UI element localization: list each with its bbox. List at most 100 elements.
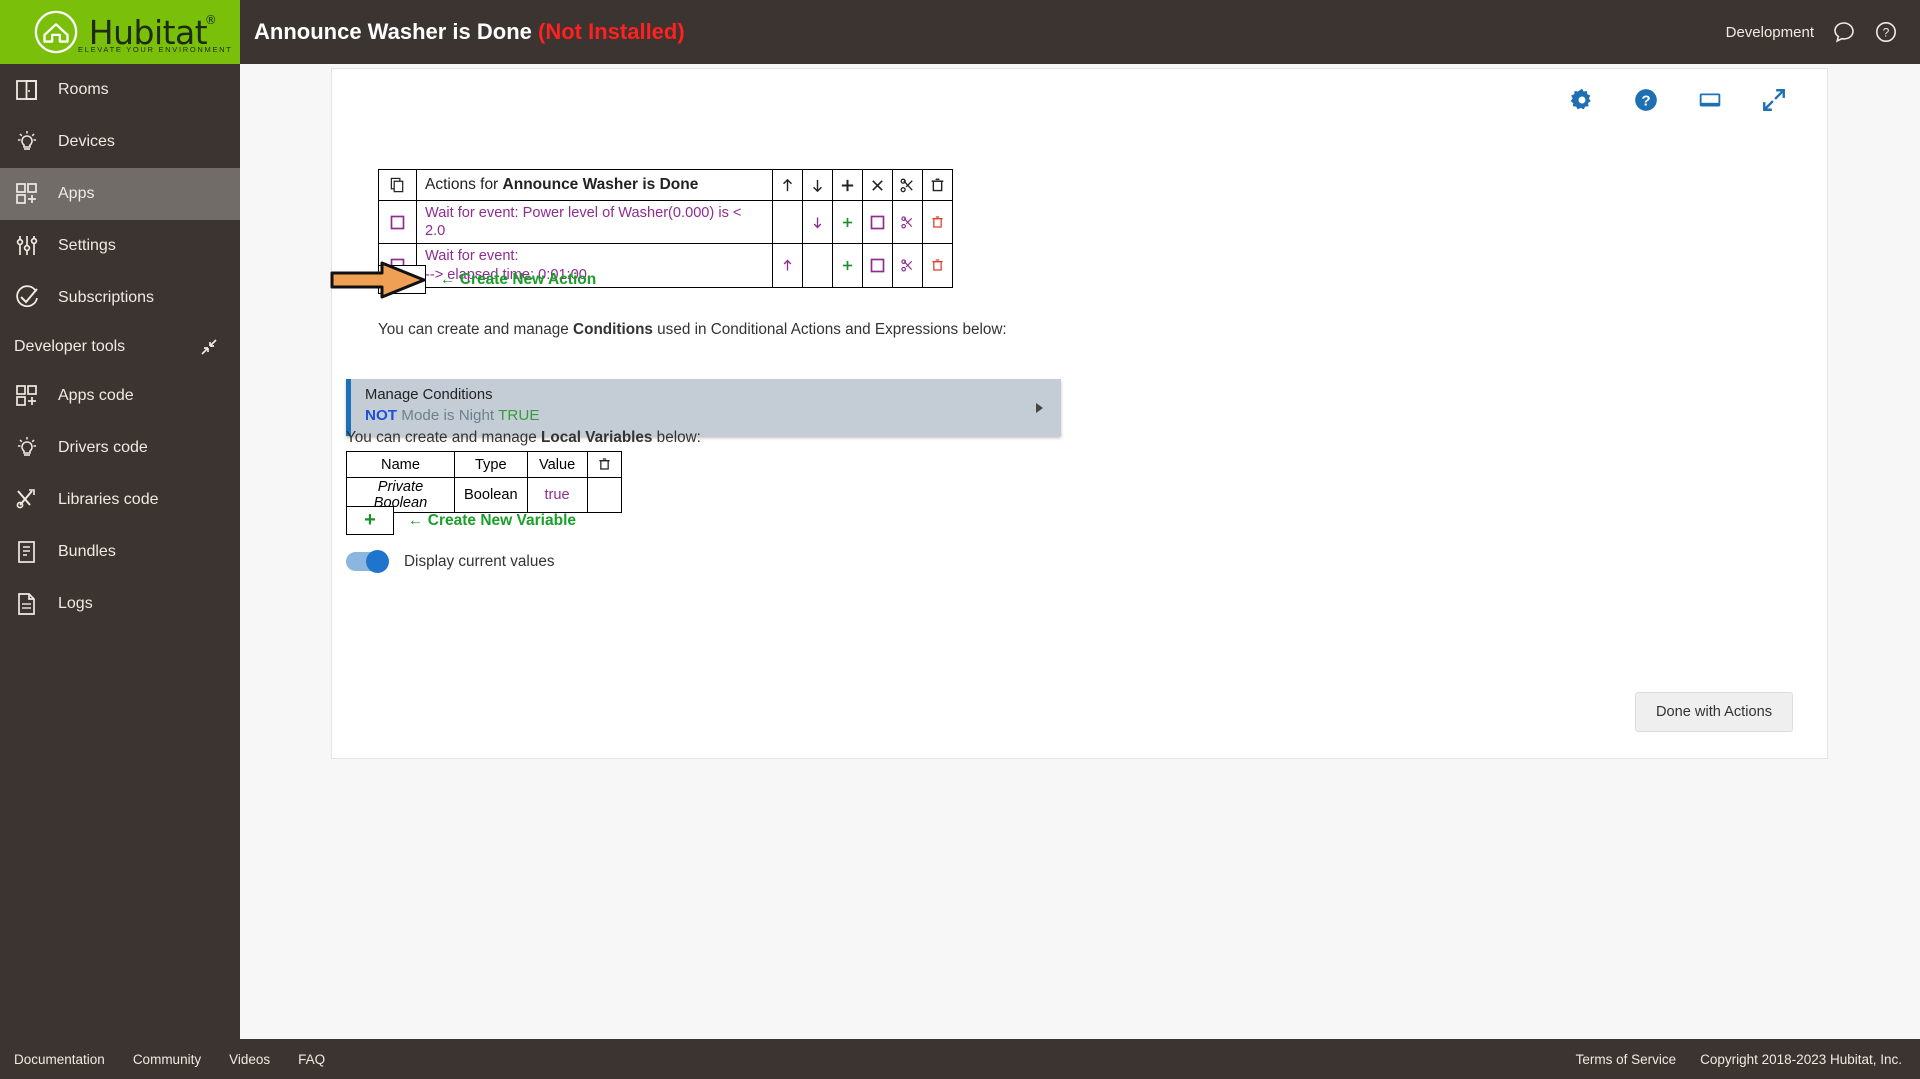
header-cut-cell[interactable] [892,169,923,201]
sidebar-label-drivers-code: Drivers code [58,439,148,456]
sidebar-item-apps-code[interactable]: Apps code [0,370,240,422]
hubitat-logo[interactable]: Hubitat ® ELEVATE YOUR ENVIRONMENT [0,0,240,64]
sidebar-label-apps: Apps [58,185,95,202]
sidebar-label-libraries-code: Libraries code [58,491,159,508]
copy-icon[interactable] [389,177,406,194]
actions-table-header-row: Actions for Announce Washer is Done [378,169,953,201]
create-new-action-label[interactable]: ← Create New Action [440,271,596,289]
trash-icon[interactable] [597,457,612,472]
page-title-text: Announce Washer is Done [254,19,532,44]
create-new-variable-row: + ← Create New Variable [346,506,576,535]
row-move-up-cell[interactable] [772,243,803,288]
footer-link-community[interactable]: Community [133,1052,201,1067]
footer: Documentation Community Videos FAQ Terms… [0,1039,1920,1079]
create-new-variable-label[interactable]: ← Create New Variable [408,512,576,530]
sidebar-label-logs: Logs [58,595,93,612]
display-current-values-toggle[interactable] [346,550,389,573]
chat-bubble-icon[interactable] [1832,20,1856,44]
scissors-icon[interactable] [899,177,916,194]
plus-icon[interactable] [839,177,856,194]
header-move-up-cell[interactable] [772,169,803,201]
topbar-right-group: Development ? [1726,20,1920,44]
row-delete-cell[interactable] [922,199,953,245]
sidebar-item-bundles[interactable]: Bundles [0,526,240,578]
install-status-badge: (Not Installed) [538,19,685,44]
checkbox-icon[interactable] [870,215,885,230]
manage-conditions-panel[interactable]: Manage Conditions NOT Mode is Night TRUE [346,379,1061,436]
done-with-actions-button[interactable]: Done with Actions [1634,692,1793,732]
sliders-icon [16,236,38,255]
row-copy-cell[interactable] [862,199,893,245]
header-add-cell[interactable] [832,169,863,201]
toggle-knob [366,550,389,573]
row-delete-cell[interactable] [922,243,953,288]
row-add-cell[interactable] [832,243,863,288]
up-arrow-icon[interactable] [780,258,795,273]
plus-icon[interactable] [840,215,855,230]
row-copy-cell[interactable] [862,243,893,288]
variables-header-row: Name Type Value [346,451,622,478]
create-new-variable-button[interactable]: + [346,506,394,535]
condition-value-text: TRUE [498,407,540,424]
footer-link-faq[interactable]: FAQ [298,1052,325,1067]
variables-intro: You can create and manage Local Variable… [346,429,701,447]
row-cut-cell[interactable] [892,243,923,288]
trash-icon[interactable] [929,177,946,194]
chevron-right-icon[interactable] [1036,402,1043,413]
up-arrow-icon[interactable] [779,177,796,194]
footer-link-documentation[interactable]: Documentation [14,1052,105,1067]
sidebar-label-settings: Settings [58,237,116,254]
main-content: ? Actions for Announce Washer is Done Wa… [240,64,1920,1079]
sidebar-item-subscriptions[interactable]: Subscriptions [0,272,240,324]
sidebar-item-logs[interactable]: Logs [0,578,240,630]
checkbox-icon[interactable] [870,258,885,273]
down-arrow-icon[interactable] [809,177,826,194]
trash-icon[interactable] [930,258,945,273]
local-variables-table: Name Type Value Private Boolean Boolean … [346,451,622,513]
row-move-up-cell[interactable] [772,199,803,245]
footer-copyright: Copyright 2018-2023 Hubitat, Inc. [1700,1051,1902,1067]
sidebar-label-subscriptions: Subscriptions [58,289,155,306]
logo-trademark: ® [204,12,217,27]
scissors-icon[interactable] [900,215,915,230]
help-circle-icon[interactable]: ? [1633,87,1659,113]
sidebar-item-devices[interactable]: Devices [0,116,240,168]
window-icon[interactable] [1697,87,1723,113]
create-variable-plus-label: + [364,509,376,531]
row-description-cell[interactable]: Wait for event: Power level of Washer(0.… [416,199,773,245]
scissors-icon[interactable] [900,258,915,273]
plus-icon[interactable] [840,258,855,273]
close-icon[interactable] [869,177,886,194]
row-move-down-cell[interactable] [802,243,833,288]
header-move-down-cell[interactable] [802,169,833,201]
row-select-cell[interactable] [378,199,417,245]
row-add-cell[interactable] [832,199,863,245]
sidebar-item-rooms[interactable]: Rooms [0,64,240,116]
variables-table-wrapper: Name Type Value Private Boolean Boolean … [346,451,622,513]
copy-all-cell[interactable] [378,169,417,201]
sidebar-item-libraries-code[interactable]: Libraries code [0,474,240,526]
collapse-icon[interactable] [200,338,218,356]
sidebar-item-settings[interactable]: Settings [0,220,240,272]
row-move-down-cell[interactable] [802,199,833,245]
row-cut-cell[interactable] [892,199,923,245]
table-row[interactable]: Wait for event: Power level of Washer(0.… [378,199,953,245]
create-new-action-row: + ← Create New Action [330,261,596,299]
variables-col-delete[interactable] [586,451,622,478]
checkbox-icon[interactable] [390,215,405,230]
expand-icon[interactable] [1761,87,1787,113]
footer-link-terms-of-service[interactable]: Terms of Service [1576,1052,1677,1067]
sidebar-item-drivers-code[interactable]: Drivers code [0,422,240,474]
help-circle-icon[interactable]: ? [1874,20,1898,44]
bundle-icon [18,541,35,563]
header-delete-cell[interactable] [922,169,953,201]
sidebar: Rooms Devices Apps Settings Subscription… [0,64,240,1079]
trash-icon[interactable] [930,215,945,230]
variable-delete-cell[interactable] [586,477,622,513]
sidebar-item-apps[interactable]: Apps [0,168,240,220]
footer-link-videos[interactable]: Videos [229,1052,270,1067]
condition-body-text: Mode is Night [401,407,495,424]
header-close-cell[interactable] [862,169,893,201]
gear-icon[interactable] [1569,87,1595,113]
down-arrow-icon[interactable] [810,215,825,230]
